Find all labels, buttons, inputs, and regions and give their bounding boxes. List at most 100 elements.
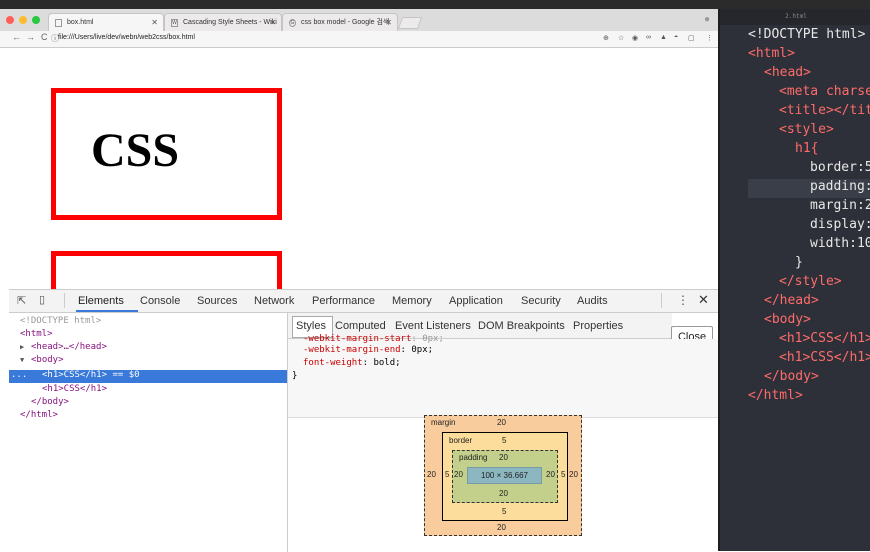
extension-icon[interactable]: ∞ [646,34,651,41]
maximize-window-button[interactable] [32,16,40,24]
border-left-value[interactable]: 5 [445,470,449,479]
close-tab-icon[interactable]: ✕ [269,14,276,31]
code-line[interactable]: width:10 [810,236,870,251]
tab-network[interactable]: Network [254,295,294,307]
device-toolbar-icon[interactable]: ▯ [39,293,45,306]
dom-h1[interactable]: <h1>CSS</h1> [42,384,107,394]
tab-elements[interactable]: Elements [78,295,124,307]
code-line[interactable]: <h1>CSS</h1> [779,350,870,365]
code-line[interactable]: padding: [810,179,870,194]
tab-label: css box model - Google 검색 [301,19,390,26]
tab-event-listeners[interactable]: Event Listeners [395,320,471,332]
code-line[interactable]: <!DOCTYPE html> [748,27,865,42]
dom-h1-selected[interactable]: <h1>CSS</h1> == $0 [42,370,140,380]
box-model-margin[interactable]: margin 20 20 20 20 border 5 5 5 5 paddin… [424,415,582,536]
minimize-window-button[interactable] [19,16,27,24]
ellipsis[interactable]: ... [11,370,27,380]
divider [64,293,65,308]
new-tab-button[interactable] [397,17,423,29]
tab-security[interactable]: Security [521,295,561,307]
code-line[interactable]: </html> [748,388,803,403]
code-line[interactable]: <title></tit [779,103,870,118]
expanded-arrow-icon[interactable]: ▼ [20,356,24,364]
code-line[interactable]: </body> [764,369,819,384]
extension-icon[interactable]: ▲ [660,34,667,41]
extension-icon[interactable]: ▢ [688,34,695,42]
collapsed-arrow-icon[interactable]: ▶ [20,343,24,351]
tab-wikipedia[interactable]: W Cascading Style Sheets - Wiki ✕ [164,13,282,31]
code-line[interactable]: border:5 [810,160,870,175]
tab-sources[interactable]: Sources [197,295,237,307]
tab-properties[interactable]: Properties [573,320,623,332]
back-icon[interactable]: ← [12,32,21,42]
code-line[interactable]: <body> [764,312,811,327]
tab-memory[interactable]: Memory [392,295,432,307]
code-line[interactable]: } [795,255,803,270]
tab-box-html[interactable]: box.html ✕ [48,13,164,31]
code-line[interactable]: display: [810,217,870,232]
heading-text: CSS [91,124,180,177]
tab-application[interactable]: Application [449,295,503,307]
dom-html-close[interactable]: </html> [20,410,58,420]
border-bottom-value[interactable]: 5 [502,507,506,516]
padding-top-value[interactable]: 20 [499,453,508,462]
close-window-button[interactable] [6,16,14,24]
margin-right-value[interactable]: 20 [569,470,578,479]
code-editor: 2.html <!DOCTYPE html> <html> <head> <me… [718,9,870,551]
dom-body[interactable]: <body> [31,355,64,365]
reload-icon[interactable]: C [41,32,48,42]
extension-icon[interactable]: ◓ [674,34,678,41]
close-tab-icon[interactable]: ✕ [151,14,158,31]
padding-left-value[interactable]: 20 [454,470,463,479]
margin-top-value[interactable]: 20 [497,418,506,427]
tab-google-search[interactable]: G css box model - Google 검색 ✕ [282,13,398,31]
border-top-value[interactable]: 5 [502,436,506,445]
margin-label: margin [431,418,456,427]
dom-html[interactable]: <html> [20,329,53,339]
code-line[interactable]: </style> [779,274,842,289]
border-right-value[interactable]: 5 [561,470,565,479]
dom-body-close[interactable]: </body> [31,397,69,407]
padding-label: padding [459,453,488,462]
menu-icon[interactable]: ⋮ [706,34,713,42]
code-line[interactable]: <style> [779,122,834,137]
css-rule-line[interactable]: font-weight: bold; [303,358,401,368]
box-model-border[interactable]: border 5 5 5 5 padding 20 20 20 20 100 ×… [442,432,568,521]
rule-close-brace: } [292,371,298,381]
tab-audits[interactable]: Audits [577,295,608,307]
dom-doctype[interactable]: <!DOCTYPE html> [20,316,101,326]
margin-left-value[interactable]: 20 [427,470,436,479]
zoom-icon[interactable]: ⊕ [603,34,609,42]
code-line[interactable]: </head> [764,293,819,308]
close-tab-icon[interactable]: ✕ [385,14,392,31]
tab-console[interactable]: Console [140,295,180,307]
code-line[interactable]: <head> [764,65,811,80]
forward-icon[interactable]: → [26,32,35,42]
address-bar: ← → C ⓘ file:///Users/live/dev/webn/web2… [0,31,718,48]
tab-performance[interactable]: Performance [312,295,375,307]
extension-icon[interactable]: ◉ [632,34,638,42]
code-line[interactable]: margin:2 [810,198,870,213]
code-line[interactable]: <meta charset [779,84,870,99]
tab-computed[interactable]: Computed [335,320,386,332]
code-line[interactable]: <h1>CSS</h1> [779,331,870,346]
margin-bottom-value[interactable]: 20 [497,523,506,532]
close-devtools-icon[interactable]: ✕ [698,292,709,308]
inspect-element-icon[interactable]: ⇱ [17,294,26,307]
tab-styles[interactable]: Styles [296,320,326,332]
profile-icon[interactable]: ● [704,14,710,25]
code-line[interactable]: <html> [748,46,795,61]
padding-bottom-value[interactable]: 20 [499,489,508,498]
dom-head[interactable]: <head>…</head> [31,342,107,352]
box-model-padding[interactable]: padding 20 20 20 20 100 × 36.667 [452,450,558,503]
tab-dom-breakpoints[interactable]: DOM Breakpoints [478,320,565,332]
css-rule-line[interactable]: -webkit-margin-end: 0px; [303,345,433,355]
box-model-content[interactable]: 100 × 36.667 [467,467,542,484]
css-rule-line: -webkit-margin-start: 0px; [303,334,444,344]
devtools-toolbar: ⇱ ▯ Elements Console Sources Network Per… [9,290,718,313]
code-line[interactable]: h1{ [795,141,818,156]
padding-right-value[interactable]: 20 [546,470,555,479]
more-options-icon[interactable]: ⋮ [677,293,689,307]
bookmark-star-icon[interactable]: ☆ [618,34,624,42]
url-input[interactable]: file:///Users/live/dev/webn/web2css/box.… [58,34,195,41]
